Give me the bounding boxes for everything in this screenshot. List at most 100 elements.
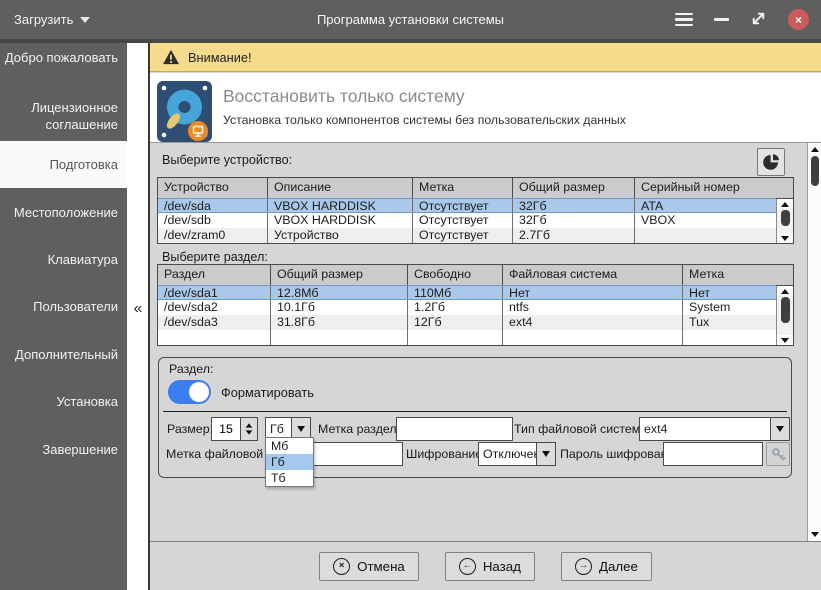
- device-table-scrollbar[interactable]: [776, 199, 793, 243]
- sidebar-item-7[interactable]: Дополнительный: [0, 346, 127, 363]
- sidebar-item-4[interactable]: Местоположение: [0, 204, 127, 221]
- table-row[interactable]: /dev/sda2 10.1Гб 1.2Гб ntfs System: [158, 300, 776, 315]
- footer-bar: × Отмена ← Назад → Далее: [150, 541, 821, 590]
- key-icon: [771, 447, 786, 460]
- arrow-left-icon: ←: [458, 557, 476, 575]
- chevron-down-icon: [80, 16, 91, 23]
- sidebar-item-5[interactable]: Клавиатура: [0, 251, 127, 268]
- divider: [163, 411, 787, 412]
- fs-type-select-button[interactable]: [770, 417, 790, 441]
- table-cell: Нет: [503, 286, 683, 299]
- size-label: Размер:: [167, 422, 214, 436]
- table-cell: Нет: [689, 286, 711, 299]
- column-header: Раздел: [158, 265, 271, 285]
- scroll-up-button[interactable]: [777, 286, 793, 296]
- cancel-icon: ×: [333, 557, 351, 575]
- toggle-knob: [189, 382, 209, 402]
- chevron-down-icon: [297, 426, 305, 432]
- device-table-header: Устройство Описание Метка Общий размер Серий…: [158, 178, 793, 199]
- groupbox-label: Раздел:: [169, 362, 214, 376]
- table-empty-area: [158, 330, 776, 345]
- load-menu-button[interactable]: Загрузить: [14, 12, 91, 27]
- encryption-select-button[interactable]: [536, 442, 556, 466]
- table-cell: /dev/sda: [158, 199, 268, 212]
- encryption-select-value[interactable]: Отключено: [478, 442, 547, 466]
- scroll-up-button[interactable]: [777, 199, 793, 209]
- sidebar-item-3[interactable]: Подготовка: [0, 141, 127, 188]
- chevron-down-icon: [542, 451, 550, 457]
- scrollbar-thumb[interactable]: [810, 156, 819, 186]
- harddisk-icon: [157, 81, 212, 142]
- back-button[interactable]: ← Назад: [444, 551, 535, 581]
- table-cell: [635, 228, 776, 243]
- table-cell: 2.7Гб: [513, 228, 635, 243]
- table-row[interactable]: /dev/sda VBOX HARDDISK Отсутствует 32Гб ATA: [158, 198, 776, 213]
- device-table-body: /dev/sda VBOX HARDDISK Отсутствует 32Гб ATA /…: [158, 198, 793, 243]
- cancel-label: Отмена: [357, 558, 405, 574]
- table-cell: 32Гб: [513, 199, 635, 212]
- table-row[interactable]: /dev/zram0 Устройство Отсутствует 2.7Гб: [158, 228, 776, 243]
- size-input[interactable]: [211, 417, 241, 441]
- maximize-button[interactable]: [750, 10, 767, 30]
- table-cell: ext4: [503, 315, 683, 330]
- column-header: Свободно: [408, 265, 503, 285]
- password-key-button[interactable]: [766, 442, 790, 466]
- sidebar-collapse-button[interactable]: «: [129, 300, 147, 320]
- scroll-up-button[interactable]: [808, 144, 821, 155]
- menu-button[interactable]: [675, 12, 693, 27]
- table-cell: Tux: [689, 315, 710, 329]
- fs-type-label: Тип файловой системы:: [514, 422, 653, 436]
- scroll-down-button[interactable]: [808, 529, 821, 540]
- column-header: Файловая система: [503, 265, 683, 285]
- sidebar-item-9[interactable]: Завершение: [0, 441, 127, 458]
- unit-option[interactable]: Мб: [266, 438, 313, 454]
- sidebar-item-2[interactable]: Лицензионное соглашение: [0, 99, 127, 133]
- page-subtitle: Установка только компонентов системы без…: [223, 113, 626, 127]
- fs-type-select-value[interactable]: ext4: [639, 417, 771, 441]
- unit-option[interactable]: Тб: [266, 470, 313, 486]
- sidebar-item-8[interactable]: Установка: [0, 393, 127, 410]
- table-row[interactable]: /dev/sda3 31.8Гб 12Гб ext4 Tux: [158, 315, 776, 330]
- table-cell: Устройство: [268, 228, 413, 243]
- next-button[interactable]: → Далее: [560, 551, 652, 581]
- scroll-down-button[interactable]: [777, 233, 793, 243]
- back-label: Назад: [482, 558, 521, 574]
- password-input[interactable]: [663, 442, 763, 466]
- scroll-region: Выберите устройство: Устройство Описание М…: [150, 143, 821, 541]
- size-stepper[interactable]: [240, 417, 258, 441]
- disk-usage-button[interactable]: [757, 148, 785, 176]
- scrollbar-thumb[interactable]: [780, 297, 790, 323]
- close-icon: ×: [794, 12, 802, 27]
- device-section-label: Выберите устройство:: [162, 153, 293, 167]
- table-cell: Отсутствует: [413, 228, 513, 243]
- minimize-icon: [714, 18, 729, 21]
- table-cell: /dev/sda1: [158, 286, 271, 299]
- chevron-down-icon: [776, 426, 784, 432]
- pie-chart-icon: [763, 153, 780, 170]
- unit-option[interactable]: Гб: [266, 454, 313, 470]
- partition-label-input[interactable]: [396, 417, 513, 441]
- sidebar-item-6[interactable]: Пользователи: [0, 298, 127, 315]
- unit-dropdown-popup: Мб Гб Тб: [265, 437, 314, 487]
- table-row[interactable]: /dev/sdb VBOX HARDDISK Отсутствует 32Гб VBOX: [158, 213, 776, 228]
- encryption-label: Шифрование:: [406, 447, 486, 461]
- format-toggle[interactable]: [168, 380, 211, 404]
- partition-table-scrollbar[interactable]: [776, 286, 793, 345]
- minimize-button[interactable]: [714, 18, 729, 21]
- format-toggle-label: Форматировать: [221, 385, 314, 400]
- sidebar-item-1[interactable]: Добро пожаловать: [0, 49, 127, 66]
- partition-section-label: Выберите раздел:: [162, 250, 268, 264]
- table-cell: /dev/zram0: [158, 228, 268, 243]
- load-menu-label: Загрузить: [14, 12, 74, 27]
- table-cell: 32Гб: [513, 213, 635, 228]
- main-scrollbar[interactable]: [807, 143, 821, 541]
- cancel-button[interactable]: × Отмена: [319, 551, 419, 581]
- close-button[interactable]: ×: [788, 9, 809, 30]
- column-header: Серийный номер: [641, 180, 740, 194]
- partition-label-label: Метка раздела:: [318, 422, 407, 436]
- table-row[interactable]: /dev/sda1 12.8Мб 110Мб Нет Нет: [158, 285, 776, 300]
- next-label: Далее: [598, 558, 638, 574]
- scrollbar-thumb[interactable]: [780, 210, 790, 226]
- content-area: Внимание! Восстановить только систему Ус…: [148, 43, 821, 590]
- scroll-down-button[interactable]: [777, 335, 793, 345]
